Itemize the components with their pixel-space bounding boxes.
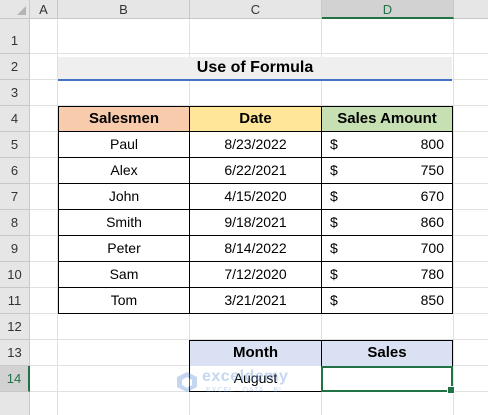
- row-header-spacer: [0, 19, 30, 28]
- currency-symbol: $: [330, 188, 338, 204]
- row-header-15[interactable]: [0, 392, 30, 415]
- column-header-c[interactable]: C: [190, 0, 322, 19]
- amount-value: 700: [420, 240, 444, 256]
- cell-amount[interactable]: $860: [321, 210, 453, 236]
- header-date[interactable]: Date: [189, 106, 322, 132]
- watermark: exceldemy EXCEL · DATA · BI: [176, 367, 306, 397]
- cell-date[interactable]: 9/18/2021: [189, 210, 322, 236]
- header-salesmen[interactable]: Salesmen: [58, 106, 190, 132]
- cell-amount[interactable]: $850: [321, 288, 453, 314]
- header-sales-amount[interactable]: Sales Amount: [321, 106, 453, 132]
- row-header-1[interactable]: 1: [0, 28, 30, 54]
- row-header-14[interactable]: 14: [0, 366, 30, 392]
- column-header-b[interactable]: B: [58, 0, 190, 19]
- cell-amount[interactable]: $750: [321, 158, 453, 184]
- currency-symbol: $: [330, 240, 338, 256]
- row-header-12[interactable]: 12: [0, 314, 30, 340]
- row-header-6[interactable]: 6: [0, 158, 30, 184]
- cell-date[interactable]: 8/14/2022: [189, 236, 322, 262]
- row-header-3[interactable]: 3: [0, 80, 30, 106]
- cell-salesman[interactable]: Sam: [58, 262, 190, 288]
- watermark-tagline: EXCEL · DATA · BI: [206, 387, 282, 394]
- cell-salesman[interactable]: Tom: [58, 288, 190, 314]
- active-cell-sales[interactable]: [321, 366, 455, 394]
- fill-handle[interactable]: [447, 386, 455, 394]
- currency-symbol: $: [330, 162, 338, 178]
- cell-date[interactable]: 3/21/2021: [189, 288, 322, 314]
- select-all-corner[interactable]: [0, 0, 30, 19]
- cell-date[interactable]: 4/15/2020: [189, 184, 322, 210]
- cell-date[interactable]: 8/23/2022: [189, 132, 322, 158]
- cell-salesman[interactable]: Smith: [58, 210, 190, 236]
- row-header-4[interactable]: 4: [0, 106, 30, 132]
- currency-symbol: $: [330, 266, 338, 282]
- header-sales[interactable]: Sales: [321, 340, 453, 367]
- row-header-13[interactable]: 13: [0, 340, 30, 366]
- currency-symbol: $: [330, 214, 338, 230]
- row-header-11[interactable]: 11: [0, 288, 30, 314]
- sheet-title[interactable]: Use of Formula: [58, 57, 452, 81]
- cell-salesman[interactable]: Alex: [58, 158, 190, 184]
- cell-salesman[interactable]: John: [58, 184, 190, 210]
- amount-value: 780: [420, 266, 444, 282]
- cell-amount[interactable]: $670: [321, 184, 453, 210]
- amount-value: 850: [420, 292, 444, 308]
- gridline: [30, 53, 488, 54]
- row-header-5[interactable]: 5: [0, 132, 30, 158]
- cell-salesman[interactable]: Peter: [58, 236, 190, 262]
- cell-salesman[interactable]: Paul: [58, 132, 190, 158]
- watermark-brand: exceldemy: [202, 368, 289, 385]
- cell-date[interactable]: 6/22/2021: [189, 158, 322, 184]
- amount-value: 670: [420, 188, 444, 204]
- select-all-icon: [17, 6, 26, 15]
- cell-amount[interactable]: $800: [321, 132, 453, 158]
- column-header-d[interactable]: D: [322, 0, 454, 19]
- row-header-8[interactable]: 8: [0, 210, 30, 236]
- column-header-e[interactable]: [454, 0, 488, 19]
- row-header-2[interactable]: 2: [0, 54, 30, 80]
- amount-value: 750: [420, 162, 444, 178]
- currency-symbol: $: [330, 136, 338, 152]
- row-header-9[interactable]: 9: [0, 236, 30, 262]
- currency-symbol: $: [330, 292, 338, 308]
- amount-value: 860: [420, 214, 444, 230]
- row-header-7[interactable]: 7: [0, 184, 30, 210]
- header-month[interactable]: Month: [189, 340, 322, 367]
- watermark-logo-icon: [177, 372, 197, 392]
- cell-amount[interactable]: $700: [321, 236, 453, 262]
- row-header-10[interactable]: 10: [0, 262, 30, 288]
- column-header-a[interactable]: A: [30, 0, 58, 19]
- amount-value: 800: [420, 136, 444, 152]
- spreadsheet-grid[interactable]: A B C D 1 2 3 4 5 6 7 8 9 10 11 12 13 14…: [0, 0, 488, 415]
- cell-amount[interactable]: $780: [321, 262, 453, 288]
- cell-date[interactable]: 7/12/2020: [189, 262, 322, 288]
